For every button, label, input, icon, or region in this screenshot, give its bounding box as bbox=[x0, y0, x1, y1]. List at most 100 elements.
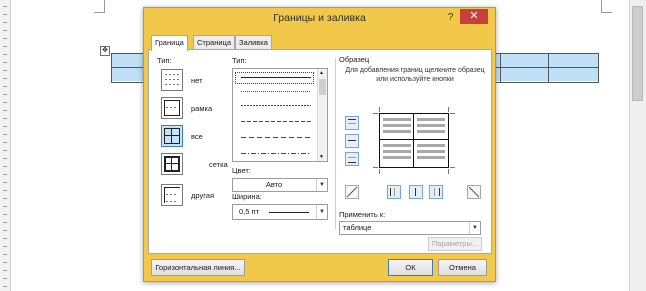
preview-inner-vertical-border[interactable] bbox=[413, 113, 414, 168]
dialog-footer: Горизонтальная линия... ОК Отмена bbox=[148, 259, 491, 277]
border-none-icon[interactable] bbox=[161, 69, 183, 91]
table-grid-line bbox=[548, 54, 549, 82]
ruler-tick bbox=[3, 190, 7, 191]
ruler-tick bbox=[3, 222, 7, 223]
width-dropdown[interactable]: 0,5 пт ▼ bbox=[232, 204, 328, 220]
width-label: Ширина: bbox=[232, 192, 262, 201]
ruler-tick bbox=[3, 86, 7, 87]
preset-grid-label[interactable]: сетка bbox=[209, 160, 228, 169]
border-right-button[interactable] bbox=[429, 185, 443, 199]
border-box-icon[interactable] bbox=[161, 97, 183, 119]
ruler-tick bbox=[3, 198, 7, 199]
border-all-icon[interactable] bbox=[161, 125, 183, 147]
color-value: Авто bbox=[265, 180, 283, 189]
ruler-tick bbox=[3, 134, 7, 135]
scroll-down-icon[interactable]: ▼ bbox=[319, 154, 324, 160]
ruler-tick bbox=[3, 278, 7, 279]
page-corner-mark bbox=[601, 12, 612, 13]
table-move-handle-icon[interactable]: ✥ bbox=[100, 46, 110, 56]
ruler-tick bbox=[3, 286, 7, 287]
ruler-tick bbox=[3, 238, 7, 239]
ruler-tick bbox=[3, 62, 7, 63]
ruler-tick bbox=[3, 118, 7, 119]
tab-page-border[interactable]: Страница bbox=[193, 35, 235, 50]
color-dropdown[interactable]: Авто ▼ bbox=[232, 178, 328, 192]
vertical-ruler bbox=[0, 0, 11, 291]
line-style-dash-dot[interactable] bbox=[241, 153, 311, 154]
ruler-tick bbox=[3, 150, 7, 151]
line-style-dotted[interactable] bbox=[241, 91, 311, 92]
preset-custom-label[interactable]: другая bbox=[191, 191, 214, 200]
line-style-long-dash[interactable] bbox=[241, 137, 311, 138]
ruler-tick bbox=[3, 174, 7, 175]
line-style-dash[interactable] bbox=[241, 121, 311, 122]
chevron-down-icon[interactable]: ▼ bbox=[316, 179, 327, 191]
preset-none-label[interactable]: нет bbox=[191, 76, 203, 85]
selected-style-highlight bbox=[235, 72, 314, 84]
cancel-button[interactable]: Отмена bbox=[438, 259, 487, 276]
dialog-title: Границы и заливка bbox=[273, 12, 366, 24]
border-top-button[interactable] bbox=[345, 116, 359, 130]
border-grid-icon[interactable] bbox=[161, 153, 183, 175]
ruler-tick bbox=[3, 14, 7, 15]
border-inner-vertical-button[interactable] bbox=[409, 185, 423, 199]
ruler-tick bbox=[3, 22, 7, 23]
preview-bottom-border[interactable] bbox=[379, 167, 449, 168]
scroll-up-icon[interactable]: ▲ bbox=[319, 70, 324, 76]
ruler-tick bbox=[3, 38, 7, 39]
page-corner-mark bbox=[94, 12, 105, 13]
help-button[interactable]: ? bbox=[444, 11, 457, 24]
ruler-tick bbox=[3, 246, 7, 247]
ruler-tick bbox=[3, 126, 7, 127]
diagonal-up-border-button[interactable] bbox=[345, 185, 359, 199]
preview-sample[interactable] bbox=[373, 107, 455, 174]
ruler-tick bbox=[3, 182, 7, 183]
preview-hint: Для добавления границ щелкните образец и… bbox=[345, 67, 485, 83]
borders-shading-dialog: Границы и заливка ? ✕ Граница Страница З… bbox=[143, 7, 496, 282]
border-inner-horizontal-button[interactable] bbox=[345, 134, 359, 148]
preset-all-label[interactable]: все bbox=[191, 132, 203, 141]
width-line-sample bbox=[269, 212, 309, 213]
preview-top-border[interactable] bbox=[379, 113, 449, 114]
diagonal-down-border-button[interactable] bbox=[467, 185, 481, 199]
preview-left-border[interactable] bbox=[379, 113, 380, 168]
ruler-tick bbox=[3, 262, 7, 263]
page-corner-mark bbox=[601, 0, 602, 12]
apply-to-dropdown[interactable]: таблице ▼ bbox=[339, 221, 481, 235]
ruler-tick bbox=[3, 270, 7, 271]
tab-shading[interactable]: Заливка bbox=[235, 35, 272, 50]
chevron-down-icon[interactable]: ▼ bbox=[316, 205, 327, 219]
ruler-tick bbox=[3, 94, 7, 95]
dialog-titlebar[interactable]: Границы и заливка ? ✕ bbox=[144, 8, 495, 28]
preset-box-label[interactable]: рамка bbox=[191, 104, 212, 113]
style-list-scrollbar[interactable]: ▲ ▼ bbox=[317, 69, 327, 161]
ruler-tick bbox=[3, 158, 7, 159]
close-button[interactable]: ✕ bbox=[460, 9, 488, 24]
horizontal-line-button[interactable]: Горизонтальная линия... bbox=[151, 259, 245, 276]
ruler-tick bbox=[3, 102, 7, 103]
ruler-tick bbox=[3, 142, 7, 143]
ruler-tick bbox=[3, 230, 7, 231]
ok-button[interactable]: ОК bbox=[388, 259, 433, 276]
border-left-button[interactable] bbox=[387, 185, 401, 199]
apply-to-label: Применить к: bbox=[339, 210, 386, 219]
preview-inner-horizontal-border[interactable] bbox=[379, 139, 449, 140]
apply-to-value: таблице bbox=[343, 223, 372, 232]
ruler-tick bbox=[3, 54, 7, 55]
line-style-solid[interactable] bbox=[241, 77, 311, 78]
preview-right-border[interactable] bbox=[448, 113, 449, 168]
options-button[interactable]: Параметры... bbox=[428, 237, 482, 251]
style-list-scroll-thumb[interactable] bbox=[319, 79, 326, 95]
line-style-fine-dash[interactable] bbox=[241, 105, 311, 106]
ruler-tick bbox=[3, 110, 7, 111]
scrollbar-thumb[interactable] bbox=[632, 6, 643, 101]
chevron-down-icon[interactable]: ▼ bbox=[469, 222, 480, 234]
ruler-tick bbox=[3, 30, 7, 31]
tab-borders[interactable]: Граница bbox=[151, 35, 188, 51]
border-bottom-button[interactable] bbox=[345, 152, 359, 166]
setting-label: Тип: bbox=[157, 56, 172, 65]
line-style-list[interactable]: ▲ ▼ bbox=[232, 68, 328, 162]
preview-label: Образец bbox=[339, 55, 370, 64]
page-corner-mark bbox=[104, 0, 105, 12]
border-custom-icon[interactable] bbox=[161, 184, 183, 206]
